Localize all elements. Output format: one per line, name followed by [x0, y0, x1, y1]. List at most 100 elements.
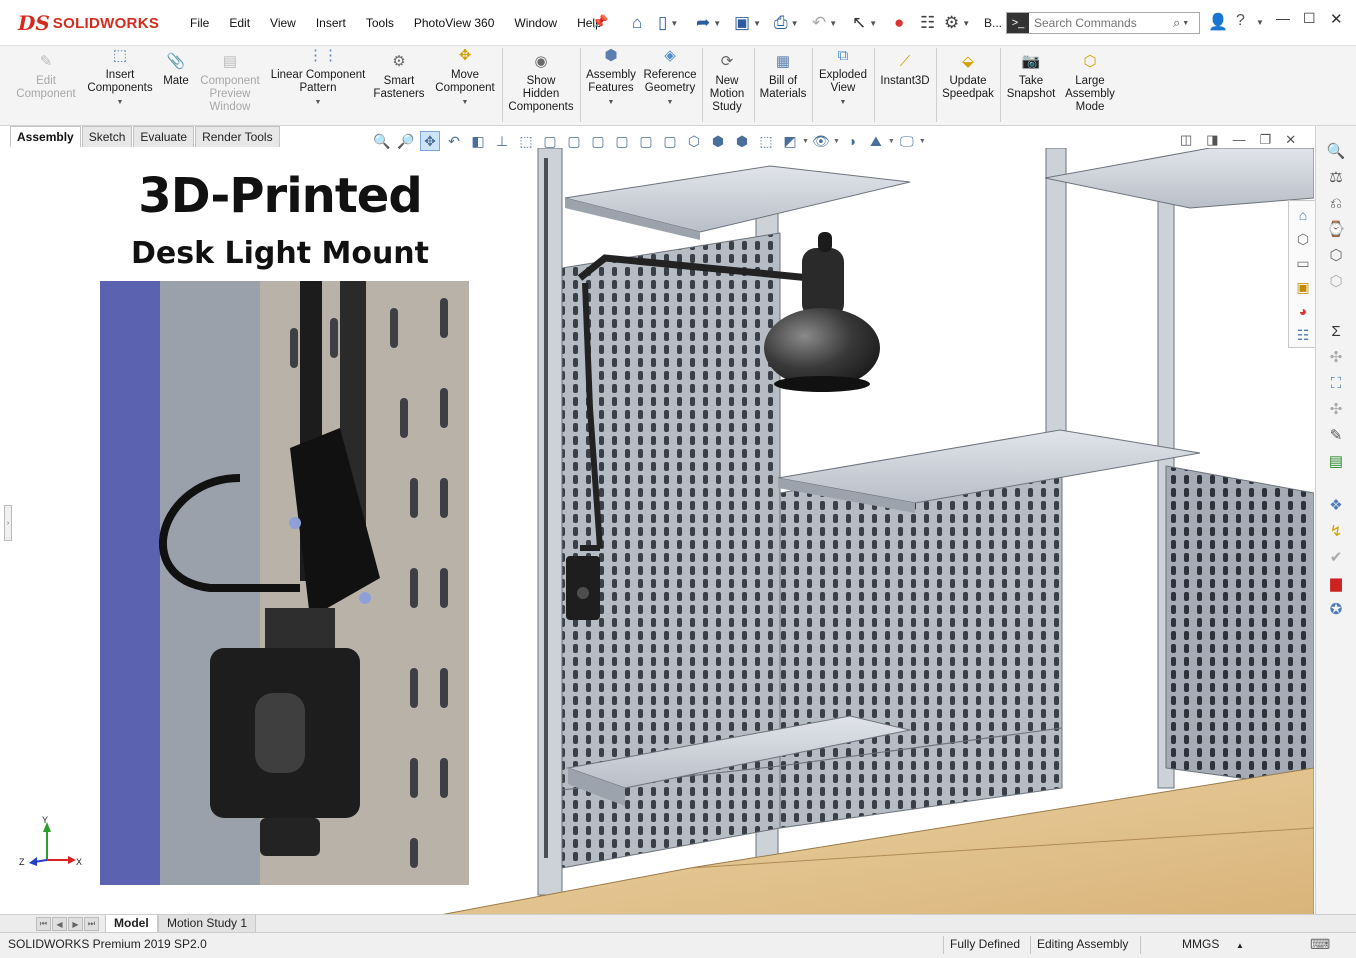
excel-table-icon[interactable]: ▤ [1326, 452, 1346, 472]
update-speedpak-button[interactable]: ⬙ Update Speedpak [940, 52, 996, 101]
viewport-tile-icon[interactable]: ❐ [1260, 132, 1272, 148]
materials-icon[interactable]: ▆ [1326, 574, 1346, 594]
equations-icon[interactable]: Σ [1326, 322, 1346, 342]
bill-of-materials-button[interactable]: ▦ Bill of Materials [758, 52, 808, 101]
show-hidden-components-button[interactable]: ◉ Show Hidden Components [506, 52, 576, 114]
custom-properties-icon[interactable]: ☷ [1293, 325, 1313, 345]
compare-documents-icon[interactable]: ✣ [1326, 400, 1346, 420]
mate-button[interactable]: 📎 Mate [160, 52, 192, 88]
large-assembly-mode-button[interactable]: ⬡ Large Assembly Mode [1062, 52, 1118, 114]
last-tab-arrow-icon[interactable]: ⏭ [84, 917, 99, 931]
tab-model[interactable]: Model [105, 915, 158, 933]
file-explorer-icon[interactable]: ▭ [1293, 253, 1313, 273]
search-commands-box[interactable]: >_ ⌕ ▼ [1006, 12, 1200, 34]
tab-render-tools[interactable]: Render Tools [195, 126, 280, 147]
appearances-icon[interactable]: ◕ [1293, 301, 1313, 321]
pan-icon[interactable]: ✥ [420, 131, 440, 151]
viewport-minimize-icon[interactable]: — [1233, 132, 1246, 148]
exploded-view-button[interactable]: ⧉ Exploded View ▼ [816, 46, 870, 109]
chevron-down-icon[interactable]: ▼ [462, 96, 469, 109]
performance-evaluation-icon[interactable]: ↯ [1326, 522, 1346, 542]
previous-tab-arrow-icon[interactable]: ◀ [52, 917, 67, 931]
viewport-close-icon[interactable]: ✕ [1285, 132, 1296, 148]
viewport-restore-right-icon[interactable]: ◨ [1206, 132, 1218, 148]
first-tab-arrow-icon[interactable]: ⏮ [36, 917, 51, 931]
customize-status-bar-icon[interactable]: ⌨ [1310, 936, 1330, 953]
instant3d-button[interactable]: ⟋ Instant3D [878, 52, 932, 88]
chevron-down-icon[interactable]: ▼ [888, 138, 895, 145]
chevron-down-icon[interactable]: ▼ [802, 138, 809, 145]
undo-icon[interactable]: ↶ ▼ [812, 11, 837, 35]
view-bottom-icon[interactable]: ▢ [660, 131, 680, 151]
maximize-window-icon[interactable]: ☐ [1303, 10, 1316, 27]
display-style-hidden-icon[interactable]: ⬚ [756, 131, 776, 151]
minimize-window-icon[interactable]: — [1276, 10, 1290, 26]
home-icon[interactable]: ⌂ [632, 11, 642, 35]
view-top-icon[interactable]: ▢ [636, 131, 656, 151]
take-snapshot-button[interactable]: 📷 Take Snapshot [1004, 52, 1058, 101]
hide-show-items-icon[interactable]: 👁 [811, 131, 831, 151]
assembly-features-button[interactable]: ⬢ Assembly Features ▼ [584, 46, 638, 109]
print-icon[interactable]: ⎙ ▼ [774, 11, 799, 35]
select-icon[interactable]: ↖ ▼ [852, 11, 877, 35]
home-view-icon[interactable]: ⌂ [1293, 205, 1313, 225]
menu-view[interactable]: View [260, 14, 306, 32]
chevron-down-icon[interactable]: ▼ [1182, 20, 1189, 27]
move-component-button[interactable]: ✥ Move Component ▼ [432, 46, 498, 109]
unit-system-arrow-icon[interactable]: ▲ [1236, 941, 1244, 950]
display-style-menu-icon[interactable]: ◩ [780, 131, 800, 151]
edit-component-button[interactable]: ✎ Edit Component [14, 52, 78, 101]
chevron-down-icon[interactable]: ▼ [1256, 18, 1264, 27]
upright-rail-right[interactable] [1045, 148, 1067, 459]
solidworks-logo[interactable]: DS SOLIDWORKS [18, 8, 163, 38]
shelf-top-right[interactable] [1044, 148, 1314, 209]
view-right-icon[interactable]: ▢ [612, 131, 632, 151]
view-isometric-icon[interactable]: ⬡ [684, 131, 704, 151]
linear-component-pattern-button[interactable]: ⋮⋮ Linear Component Pattern ▼ [268, 46, 368, 109]
viewport-restore-left-icon[interactable]: ◫ [1180, 132, 1192, 148]
search-commands-input[interactable] [1029, 16, 1169, 30]
interference-detection-icon[interactable]: ⬡ [1326, 246, 1346, 266]
tab-assembly[interactable]: Assembly [10, 126, 81, 147]
pegboard-panel-right[interactable] [1165, 465, 1314, 789]
view-palette-icon[interactable]: ▣ [1293, 277, 1313, 297]
menu-window[interactable]: Window [504, 14, 567, 32]
section-view-icon[interactable]: ◧ [468, 131, 488, 151]
rebuild-icon[interactable]: ● [894, 11, 904, 35]
hole-alignment-icon[interactable]: ✣ [1326, 348, 1346, 368]
lamp-head[interactable] [764, 232, 880, 392]
component-preview-window-button[interactable]: ▤ Component Preview Window [196, 52, 264, 114]
menu-photoview-360[interactable]: PhotoView 360 [404, 14, 505, 32]
display-style-edges-icon[interactable]: ⬢ [732, 131, 752, 151]
view-front-icon[interactable]: ▢ [540, 131, 560, 151]
new-document-icon[interactable]: ▯ ▼ [658, 11, 678, 35]
user-account-icon[interactable]: 👤 [1208, 12, 1228, 32]
display-style-shaded-icon[interactable]: ⬢ [708, 131, 728, 151]
measure-icon[interactable]: 🔍 [1326, 142, 1346, 162]
toolbar-overflow-button[interactable]: B... [984, 11, 1002, 35]
sensor-icon[interactable]: ⌚ [1326, 220, 1346, 240]
dynamic-annotation-icon[interactable]: ⊥ [492, 131, 512, 151]
mass-properties-icon[interactable]: ⚖ [1326, 168, 1346, 188]
chevron-down-icon[interactable]: ▼ [117, 96, 124, 109]
unit-system-button[interactable]: MMGS [1182, 937, 1219, 951]
toolbox-icon[interactable]: ✪ [1326, 600, 1346, 620]
open-icon[interactable]: ➦ ▼ [696, 11, 721, 35]
feature-tree-collapse-handle[interactable]: › [4, 505, 12, 541]
chevron-down-icon[interactable]: ▼ [315, 96, 322, 109]
search-icon[interactable]: ⌕ [1173, 15, 1180, 31]
help-icon[interactable]: ? [1236, 12, 1245, 30]
check-active-document-icon[interactable]: ✎ [1326, 426, 1346, 446]
chevron-down-icon[interactable]: ▼ [833, 138, 840, 145]
previous-view-icon[interactable]: ↶ [444, 131, 464, 151]
menu-insert[interactable]: Insert [306, 14, 356, 32]
check-icon[interactable]: ✔ [1326, 548, 1346, 568]
chevron-down-icon[interactable]: ▼ [919, 138, 926, 145]
design-study-icon[interactable]: ❖ [1326, 496, 1346, 516]
tab-sketch[interactable]: Sketch [81, 126, 133, 147]
smart-fasteners-button[interactable]: ⚙ Smart Fasteners [372, 52, 426, 101]
zoom-to-fit-icon[interactable]: 🔍 [372, 131, 392, 151]
3d-view-icon[interactable]: ⬡ [1293, 229, 1313, 249]
shelf-top-left[interactable] [564, 165, 911, 233]
clearance-verification-icon[interactable]: ⬡ [1326, 272, 1346, 292]
